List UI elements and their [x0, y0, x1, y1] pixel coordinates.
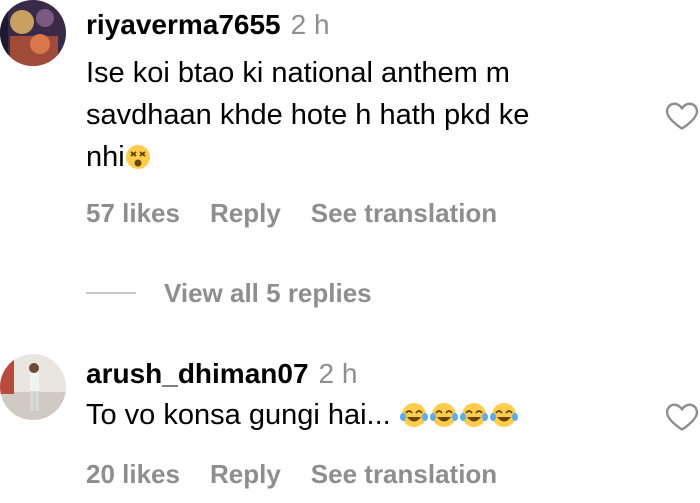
- reply-button[interactable]: Reply: [210, 459, 281, 489]
- avatar[interactable]: [0, 354, 66, 420]
- avatar-image: [0, 354, 66, 420]
- comment-line: Ise koi btao ki national anthem m: [86, 57, 510, 89]
- timestamp: 2 h: [318, 358, 358, 389]
- comment-line-last: nhi: [86, 136, 646, 178]
- likes-count[interactable]: 20 likes: [86, 459, 180, 489]
- comment-line: savdhaan khde hote h hath pkd ke: [86, 99, 530, 131]
- comment-text: Ise koi btao ki national anthem m savdha…: [86, 52, 646, 178]
- comment-line-text: To vo konsa gungi hai...: [86, 399, 391, 431]
- comment-text: To vo konsa gungi hai...: [86, 394, 646, 436]
- reply-button[interactable]: Reply: [210, 198, 281, 228]
- divider-line: [86, 292, 136, 294]
- view-replies-label[interactable]: View all 5 replies: [164, 278, 372, 309]
- avatar-image: [0, 0, 66, 66]
- comment-line-text: nhi: [86, 141, 125, 173]
- timestamp: 2 h: [290, 9, 330, 40]
- tears-of-joy-emoji: [391, 399, 519, 431]
- avatar[interactable]: [0, 0, 66, 66]
- comment-header: riyaverma7655 2 h: [86, 8, 330, 42]
- username[interactable]: arush_dhiman07: [86, 358, 309, 389]
- see-translation-button[interactable]: See translation: [311, 198, 497, 228]
- dizzy-face-emoji: [125, 145, 150, 169]
- comment-actions: 20 likes Reply See translation: [86, 459, 527, 490]
- view-replies[interactable]: View all 5 replies: [86, 276, 372, 310]
- likes-count[interactable]: 57 likes: [86, 198, 180, 228]
- comment-header: arush_dhiman07 2 h: [86, 357, 357, 391]
- heart-icon[interactable]: [664, 97, 700, 133]
- heart-icon[interactable]: [664, 398, 700, 434]
- comment-actions: 57 likes Reply See translation: [86, 198, 527, 229]
- username[interactable]: riyaverma7655: [86, 9, 281, 40]
- see-translation-button[interactable]: See translation: [311, 459, 497, 489]
